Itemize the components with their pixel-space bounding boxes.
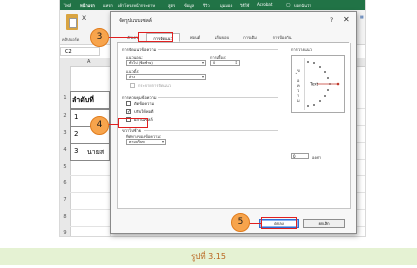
distributed-label: กระจายการจัดแนว — [138, 83, 171, 88]
name-box[interactable]: C2 — [60, 47, 100, 56]
cancel-button[interactable]: ยกเลิก — [303, 219, 345, 228]
row-header-1[interactable]: 1 — [60, 95, 70, 101]
step-marker-5: 5 — [231, 213, 250, 232]
lightbulb-icon: ◯ — [286, 2, 291, 7]
row-header-9[interactable]: 9 — [60, 230, 70, 236]
orientation-text: Text — [309, 82, 319, 87]
ribbon-tab-data[interactable]: ข้อมูล — [184, 2, 194, 9]
tab-protection[interactable]: การป้องกัน — [265, 33, 299, 42]
ribbon-tab-view[interactable]: มุมมอง — [220, 2, 232, 9]
ribbon-tab-acrobat[interactable]: Acrobat — [257, 2, 272, 7]
horizontal-dropdown[interactable]: ทั่วไป (ชิดซ้าย) ▾ — [126, 60, 206, 66]
step-marker-3: 3 — [90, 28, 109, 47]
ribbon-tab-bar: ไฟล์ หน้าแรก แทรก เค้าโครงหน้ากระดาษ สูต… — [60, 0, 365, 10]
row-header-4[interactable]: 4 — [60, 147, 70, 153]
indent-stepper[interactable]: 0 ⇕ — [210, 60, 240, 66]
tab-border[interactable]: เส้นขอบ — [209, 33, 235, 42]
shrink-to-fit-row[interactable]: ✓ ปรับให้พอดี — [126, 109, 186, 115]
text-direction-value: ตามบริบท — [129, 140, 145, 144]
alignment-tab-pane: การจัดแนวข้อความ แนวนอน: ทั่วไป (ชิดซ้าย… — [117, 43, 351, 209]
paste-icon[interactable] — [66, 14, 78, 30]
vertical-text-char: ม — [297, 98, 300, 103]
ribbon-tab-review[interactable]: รีวิว — [203, 2, 210, 9]
vertical-text-char: ข — [297, 68, 300, 73]
annotation-box-4 — [118, 118, 148, 128]
close-icon[interactable]: ✕ — [343, 15, 350, 24]
row-header-5[interactable]: 5 — [60, 164, 70, 170]
wrap-text-checkbox[interactable] — [126, 101, 131, 106]
vertical-dropdown[interactable]: ล่าง ▾ — [126, 74, 206, 80]
vertical-value: ล่าง — [129, 75, 135, 79]
distributed-checkbox[interactable] — [130, 83, 135, 88]
cell-a4-num: 3 — [74, 147, 79, 155]
column-header-a[interactable]: A — [87, 59, 90, 65]
shrink-to-fit-label: ปรับให้พอดี — [134, 109, 154, 114]
dialog-title: จัดรูปแบบเซลล์ — [119, 18, 152, 24]
ribbon-tab-help[interactable]: วิธีใช้ — [240, 2, 249, 9]
wrap-text-label: ตัดข้อความ — [134, 101, 155, 106]
degrees-unit-label: องศา — [312, 155, 322, 160]
ribbon-tab-file[interactable]: ไฟล์ — [64, 2, 71, 9]
ribbon-tab-page-layout[interactable]: เค้าโครงหน้ากระดาษ — [118, 2, 155, 9]
annotation-box-3 — [138, 32, 173, 42]
orientation-section-label: การวางแนว — [291, 47, 312, 52]
cell-a2-text: 1 — [74, 113, 79, 121]
orientation-control[interactable]: ข ้ อ ค ว า ม — [291, 55, 345, 113]
step-marker-4: 4 — [90, 116, 109, 135]
stepper-icon[interactable]: ⇕ — [235, 61, 238, 65]
clipboard-group-label: คลิปบอร์ด — [62, 37, 80, 42]
tell-me-box[interactable]: บอกฉันว่า — [294, 2, 311, 9]
row-header-3[interactable]: 3 — [60, 130, 70, 136]
text-direction-dropdown[interactable]: ตามบริบท ▾ — [126, 139, 166, 145]
annotation-line-5 — [248, 223, 262, 224]
figure-caption: รูปที่ 3.15 — [190, 252, 226, 261]
cut-icon[interactable]: X — [82, 15, 86, 22]
annotation-line-3 — [104, 37, 139, 38]
text-alignment-section-label: การจัดแนวข้อความ — [122, 47, 157, 52]
row-header-7[interactable]: 7 — [60, 197, 70, 203]
tab-font[interactable]: ฟอนต์ — [183, 33, 207, 42]
cell-a4[interactable]: 3 นายส — [70, 143, 110, 161]
cell-a4-text: นายส — [87, 148, 105, 156]
help-icon[interactable]: ? — [330, 17, 333, 24]
distributed-checkbox-row[interactable]: กระจายการจัดแนว — [130, 83, 210, 89]
chevron-down-icon: ▾ — [201, 60, 204, 65]
indent-value: 0 — [213, 61, 216, 65]
orientation-dial[interactable]: Text — [304, 58, 342, 110]
text-control-section-label: การควบคุมข้อความ — [122, 95, 157, 100]
chevron-down-icon: ▾ — [201, 74, 204, 79]
degrees-input[interactable]: 0 — [291, 153, 309, 159]
wrap-text-row[interactable]: ตัดข้อความ — [126, 101, 186, 107]
cell-a1-text: ลำดับที่ — [72, 96, 94, 104]
cell-a1[interactable]: ลำดับที่ — [70, 91, 110, 109]
row-header-8[interactable]: 8 — [60, 214, 70, 220]
shrink-to-fit-checkbox[interactable]: ✓ — [126, 109, 131, 115]
horizontal-value: ทั่วไป (ชิดซ้าย) — [129, 61, 153, 65]
degrees-value: 0 — [293, 154, 296, 159]
annotation-box-5 — [261, 217, 297, 229]
tab-fill[interactable]: การเติม — [237, 33, 263, 42]
cell-a3-text: 2 — [74, 130, 79, 138]
row-header-6[interactable]: 6 — [60, 180, 70, 186]
ribbon-tab-home[interactable]: หน้าแรก — [80, 2, 95, 9]
chevron-down-icon: ▾ — [161, 139, 164, 144]
ribbon-tab-insert[interactable]: แทรก — [103, 2, 113, 9]
ribbon-tab-formulas[interactable]: สูตร — [168, 2, 175, 9]
row-header-2[interactable]: 2 — [60, 113, 70, 119]
ribbon-right-icon: ▦ — [360, 14, 364, 19]
